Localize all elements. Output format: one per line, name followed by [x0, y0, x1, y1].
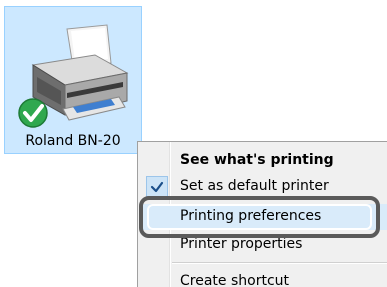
menu-item-label: See what's printing [180, 152, 334, 168]
menu-separator [172, 262, 387, 264]
default-checkmark-icon [18, 98, 48, 128]
desktop: Roland BN-20 See what's printing Set as … [0, 0, 387, 287]
callout-inner-border [147, 204, 372, 230]
menu-item-see-whats-printing[interactable]: See what's printing [140, 148, 387, 174]
printer-desktop-icon[interactable]: Roland BN-20 [4, 6, 142, 154]
checkmark-icon [146, 176, 168, 198]
menu-item-label: Set as default printer [180, 178, 329, 194]
menu-item-label: Create shortcut [180, 273, 290, 287]
menu-item-label: Printer properties [180, 236, 303, 252]
menu-item-create-shortcut[interactable]: Create shortcut [140, 269, 387, 287]
printer-icon [18, 24, 129, 128]
callout-highlight-frame [139, 196, 380, 238]
printer-name-label: Roland BN-20 [25, 133, 121, 149]
